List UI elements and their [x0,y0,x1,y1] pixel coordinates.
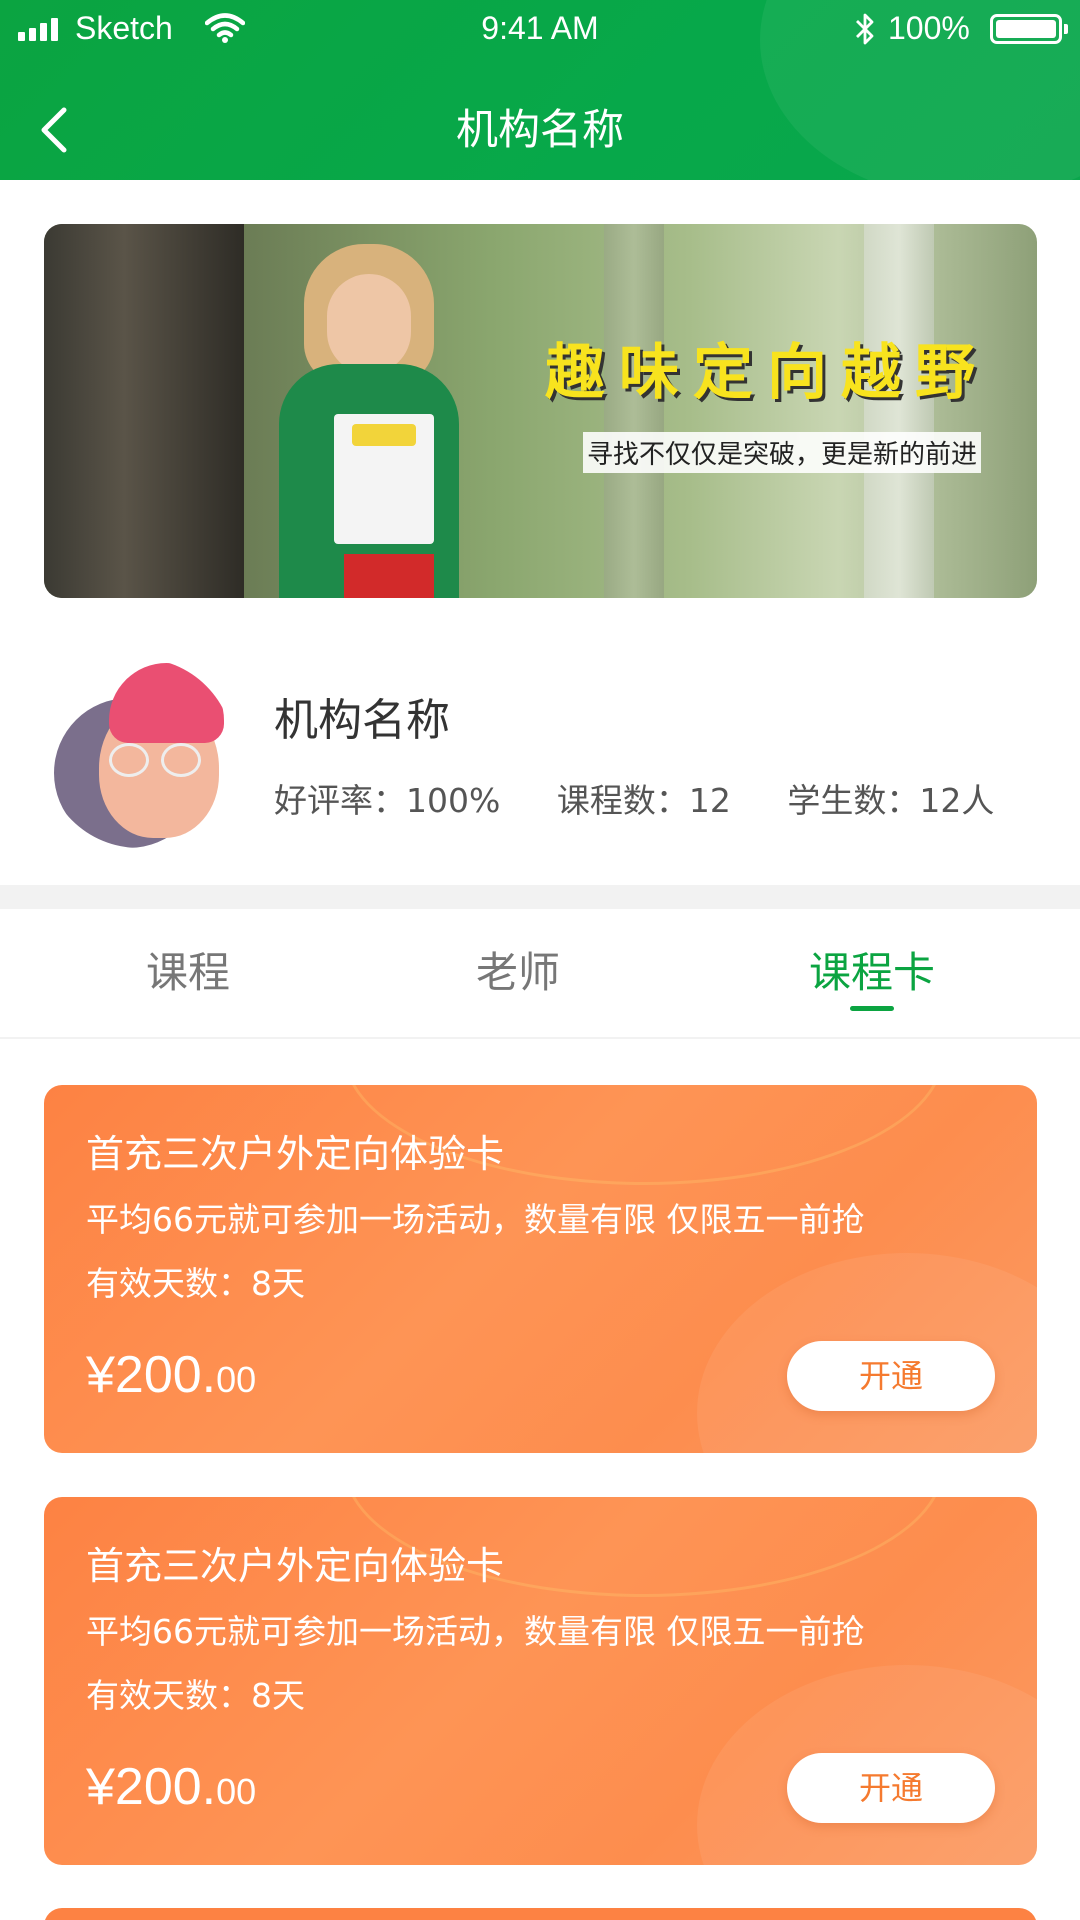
banner-background-trunk [864,224,934,598]
banner-tree [44,224,244,598]
course-card-partial[interactable] [44,1908,1037,1920]
course-card[interactable]: 首充三次户外定向体验卡 平均66元就可参加一场活动，数量有限 仅限五一前抢 有效… [44,1497,1037,1865]
tab-bar: 课程 老师 课程卡 [0,909,1080,1039]
card-valid-days: 有效天数：8天 [86,1264,305,1303]
promo-banner[interactable]: 趣味定向越野 寻找不仅仅是突破，更是新的前进 [44,224,1037,598]
header: Sketch 9:41 AM 100% 机构名称 [0,0,1080,180]
org-avatar [44,658,234,848]
tab-courses[interactable]: 课程 [88,939,288,1000]
active-tab-indicator [850,1006,894,1011]
card-title: 首充三次户外定向体验卡 [86,1132,505,1176]
banner-photo-runner [249,244,489,598]
battery-icon [990,14,1068,44]
course-count-stat: 课程数：12 [556,781,731,820]
tab-course-cards[interactable]: 课程卡 [772,939,972,1000]
activate-button[interactable]: 开通 [787,1753,995,1823]
card-price: ¥200.00 [86,1345,256,1405]
card-description: 平均66元就可参加一场活动，数量有限 仅限五一前抢 [86,1612,865,1651]
price-main: ¥200. [86,1346,217,1404]
page-title: 机构名称 [455,105,624,154]
section-divider [0,885,1080,909]
banner-subtitle: 寻找不仅仅是突破，更是新的前进 [582,432,981,473]
course-card[interactable]: 首充三次户外定向体验卡 平均66元就可参加一场活动，数量有限 仅限五一前抢 有效… [44,1085,1037,1453]
card-title: 首充三次户外定向体验卡 [86,1544,505,1588]
status-bar: Sketch 9:41 AM 100% [0,0,1080,60]
card-valid-days: 有效天数：8天 [86,1676,305,1715]
battery-percent: 100% [888,10,970,46]
org-stats: 好评率：100% 课程数：12 学生数：12人 [274,774,994,822]
card-description: 平均66元就可参加一场活动，数量有限 仅限五一前抢 [86,1200,865,1239]
student-count-stat: 学生数：12人 [787,781,995,820]
price-main: ¥200. [86,1758,217,1816]
org-name: 机构名称 [274,695,450,746]
price-cents: 00 [216,1771,257,1812]
card-price: ¥200.00 [86,1757,256,1817]
activate-button[interactable]: 开通 [787,1341,995,1411]
tab-teachers[interactable]: 老师 [418,939,618,1000]
banner-title: 趣味定向越野 [545,338,989,408]
rating-stat: 好评率：100% [274,781,501,820]
banner-background-trunk [604,224,664,598]
price-cents: 00 [216,1359,257,1400]
bluetooth-icon [856,13,874,45]
